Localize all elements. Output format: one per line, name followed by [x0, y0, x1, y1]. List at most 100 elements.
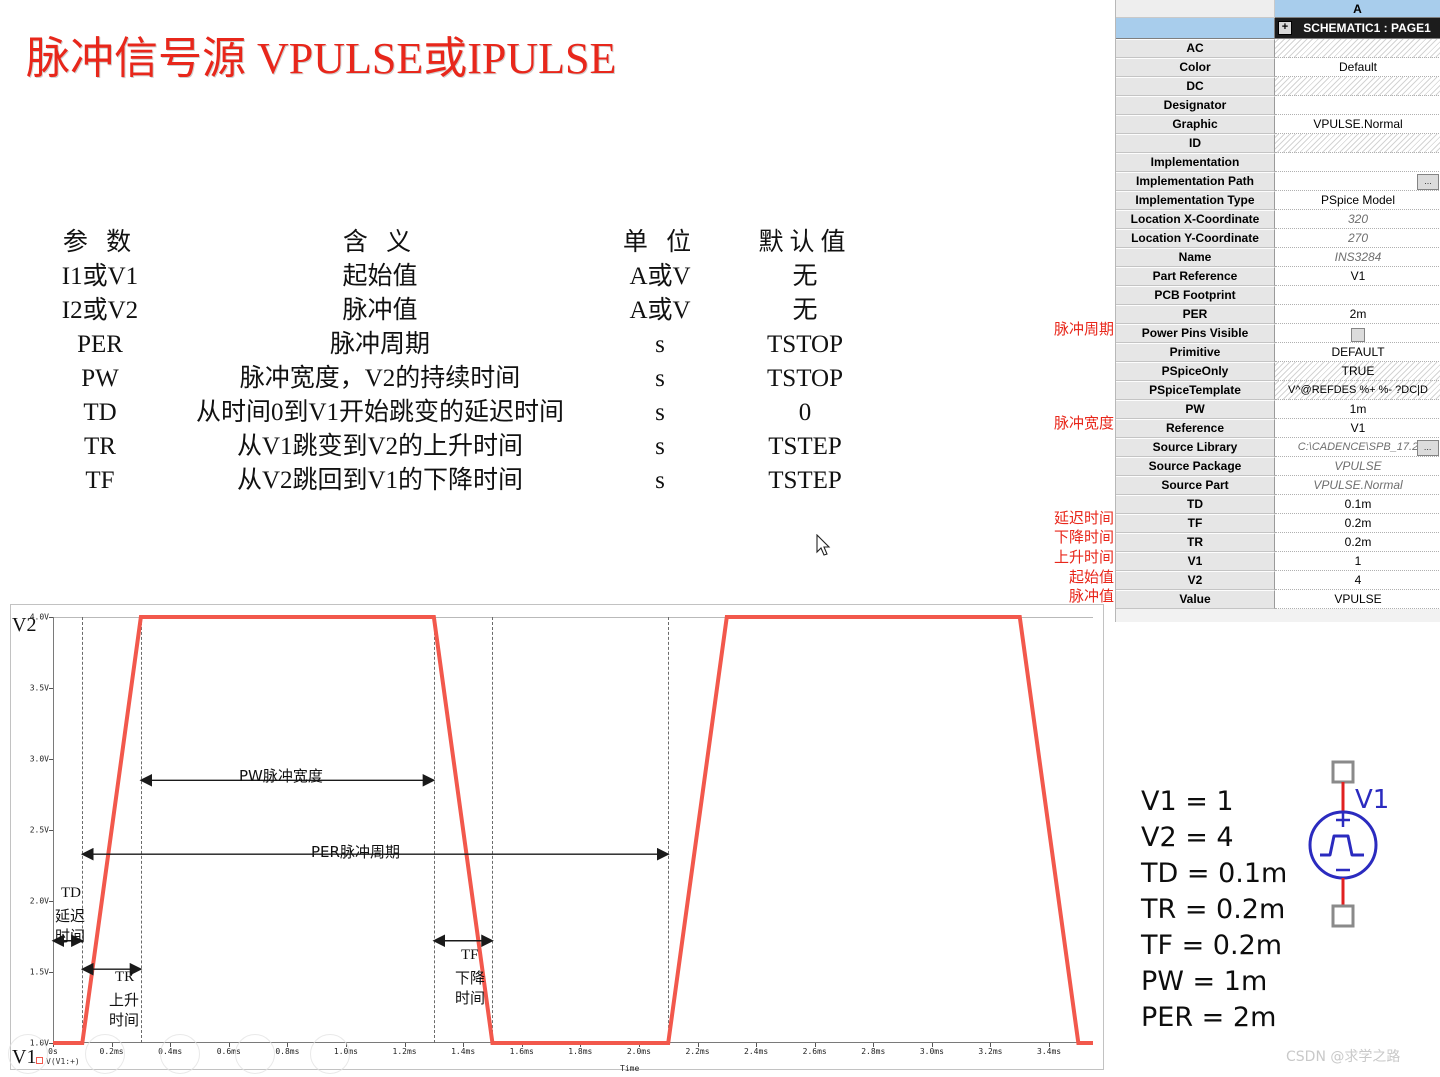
property-value-cell[interactable]: 0.2m	[1275, 533, 1440, 552]
property-value-cell[interactable]	[1275, 39, 1440, 58]
property-row[interactable]: DC	[1116, 77, 1440, 96]
ghost-icon-crop	[160, 1034, 200, 1074]
property-value-cell[interactable]: 2m	[1275, 305, 1440, 324]
property-name-cell: PER	[1116, 305, 1275, 324]
property-row[interactable]: Value VPULSE	[1116, 590, 1440, 609]
property-row[interactable]: Implementation	[1116, 153, 1440, 172]
property-value-cell[interactable]	[1275, 153, 1440, 172]
sheet-tab-cell[interactable]: + SCHEMATIC1 : PAGE1	[1275, 18, 1440, 39]
waveform-chart[interactable]: 1.0V 1.5V 2.0V 2.5V 3.0V 3.5V 4.0V 0s 0.2ms 0.4m…	[10, 604, 1104, 1070]
property-value-cell[interactable]: 1	[1275, 552, 1440, 571]
browse-ellipsis-button[interactable]: ...	[1417, 174, 1439, 190]
property-row[interactable]: Location Y-Coordinate 270	[1116, 229, 1440, 248]
column-header-a[interactable]: A	[1275, 0, 1440, 18]
symbol-reference-label: V1	[1355, 785, 1390, 815]
property-row[interactable]: Designator	[1116, 96, 1440, 115]
property-value-cell[interactable]: DEFAULT	[1275, 343, 1440, 362]
property-row[interactable]: V2 4	[1116, 571, 1440, 590]
property-value-cell[interactable]: 320	[1275, 210, 1440, 229]
property-value-cell[interactable]	[1275, 286, 1440, 305]
property-row[interactable]: V1 1	[1116, 552, 1440, 571]
property-value-text: VPULSE	[1334, 459, 1382, 473]
property-row[interactable]: TD 0.1m	[1116, 495, 1440, 514]
property-value-cell[interactable]: V1	[1275, 419, 1440, 438]
cell-default: TSTOP	[767, 331, 843, 358]
property-name-cell: Source Library	[1116, 438, 1275, 457]
property-row[interactable]: Source Library C:\CADENCE\SPB_17.2...	[1116, 438, 1440, 457]
browse-ellipsis-button[interactable]: ...	[1417, 440, 1439, 456]
source-parameter-line: TD = 0.1m	[1141, 858, 1288, 889]
property-row[interactable]: TF 0.2m	[1116, 514, 1440, 533]
x-axis-title: Time	[620, 1064, 640, 1073]
property-value-cell[interactable]: V1	[1275, 267, 1440, 286]
property-row[interactable]: PCB Footprint	[1116, 286, 1440, 305]
property-value-cell[interactable]: ...	[1275, 172, 1440, 191]
cell-unit: s	[655, 399, 665, 426]
property-name-cell: Location Y-Coordinate	[1116, 229, 1275, 248]
property-value-cell[interactable]: C:\CADENCE\SPB_17.2...	[1275, 438, 1440, 457]
property-name-cell: Part Reference	[1116, 267, 1275, 286]
cell-param: PER	[77, 331, 123, 358]
property-value-cell[interactable]: 0.1m	[1275, 495, 1440, 514]
property-row[interactable]: Name INS3284	[1116, 248, 1440, 267]
property-row[interactable]: Power Pins Visible	[1116, 324, 1440, 343]
cell-unit: A或V	[629, 263, 691, 290]
property-row[interactable]: TR 0.2m	[1116, 533, 1440, 552]
x-tick-mark	[463, 1043, 465, 1047]
property-value-cell[interactable]: V^@REFDES %+ %- ?DC|D	[1275, 381, 1440, 400]
red-annotation-note: 脉冲周期	[1053, 320, 1114, 338]
property-row[interactable]: PSpiceTemplate V^@REFDES %+ %- ?DC|D	[1116, 381, 1440, 400]
property-value-cell[interactable]: VPULSE	[1275, 590, 1440, 609]
red-annotation-note: 起始值	[1068, 568, 1114, 586]
property-row[interactable]: ID	[1116, 134, 1440, 153]
x-tick-label: 2.2ms	[685, 1047, 710, 1056]
property-value-cell[interactable]: PSpice Model	[1275, 191, 1440, 210]
property-value-cell[interactable]: 0.2m	[1275, 514, 1440, 533]
property-row[interactable]: Part Reference V1	[1116, 267, 1440, 286]
property-name-cell: V1	[1116, 552, 1275, 571]
x-tick-label: 3.2ms	[978, 1047, 1003, 1056]
header-default: 默认值	[758, 229, 852, 256]
property-value-cell[interactable]: Default	[1275, 58, 1440, 77]
property-row[interactable]: PER 2m	[1116, 305, 1440, 324]
y-tick-label: 3.0V	[29, 754, 49, 764]
property-name-cell: Source Part	[1116, 476, 1275, 495]
property-row[interactable]: Source Part VPULSE.Normal	[1116, 476, 1440, 495]
x-tick-label: 0s	[48, 1047, 58, 1056]
property-value-cell[interactable]: TRUE	[1275, 362, 1440, 381]
property-value-cell[interactable]	[1275, 96, 1440, 115]
property-value-cell[interactable]: 1m	[1275, 400, 1440, 419]
property-editor-panel[interactable]: A + SCHEMATIC1 : PAGE1 AC Color Default DC D…	[1115, 0, 1440, 622]
property-value-cell[interactable]: VPULSE.Normal	[1275, 115, 1440, 134]
property-value-cell[interactable]	[1275, 324, 1440, 343]
cell-param: PW	[81, 365, 119, 392]
property-row[interactable]: Implementation Type PSpice Model	[1116, 191, 1440, 210]
property-value-text: 0.2m	[1344, 535, 1372, 549]
property-row[interactable]: Implementation Path...	[1116, 172, 1440, 191]
property-name-cell: Location X-Coordinate	[1116, 210, 1275, 229]
property-row[interactable]: PSpiceOnly TRUE	[1116, 362, 1440, 381]
property-name-cell: Implementation	[1116, 153, 1275, 172]
property-value-cell[interactable]: VPULSE	[1275, 457, 1440, 476]
x-tick-label: 2.6ms	[802, 1047, 827, 1056]
property-value-cell[interactable]	[1275, 77, 1440, 96]
property-value-cell[interactable]: 270	[1275, 229, 1440, 248]
tr-annotation-label: TR	[115, 969, 135, 985]
property-row[interactable]: Source Package VPULSE	[1116, 457, 1440, 476]
property-value-cell[interactable]: VPULSE.Normal	[1275, 476, 1440, 495]
checkbox-icon[interactable]	[1351, 327, 1365, 342]
expand-plus-icon[interactable]: +	[1278, 21, 1292, 35]
property-row[interactable]: Reference V1	[1116, 419, 1440, 438]
property-value-cell[interactable]	[1275, 134, 1440, 153]
sheet-row[interactable]: + SCHEMATIC1 : PAGE1	[1116, 18, 1440, 39]
property-row[interactable]: Location X-Coordinate 320	[1116, 210, 1440, 229]
property-row[interactable]: AC	[1116, 39, 1440, 58]
property-row[interactable]: Graphic VPULSE.Normal	[1116, 115, 1440, 134]
td-annotation-cn1: 延迟	[55, 907, 86, 925]
cell-meaning: 脉冲周期	[329, 331, 430, 358]
property-row[interactable]: Color Default	[1116, 58, 1440, 77]
property-row[interactable]: PW 1m	[1116, 400, 1440, 419]
property-value-cell[interactable]: INS3284	[1275, 248, 1440, 267]
property-row[interactable]: Primitive DEFAULT	[1116, 343, 1440, 362]
property-value-cell[interactable]: 4	[1275, 571, 1440, 590]
